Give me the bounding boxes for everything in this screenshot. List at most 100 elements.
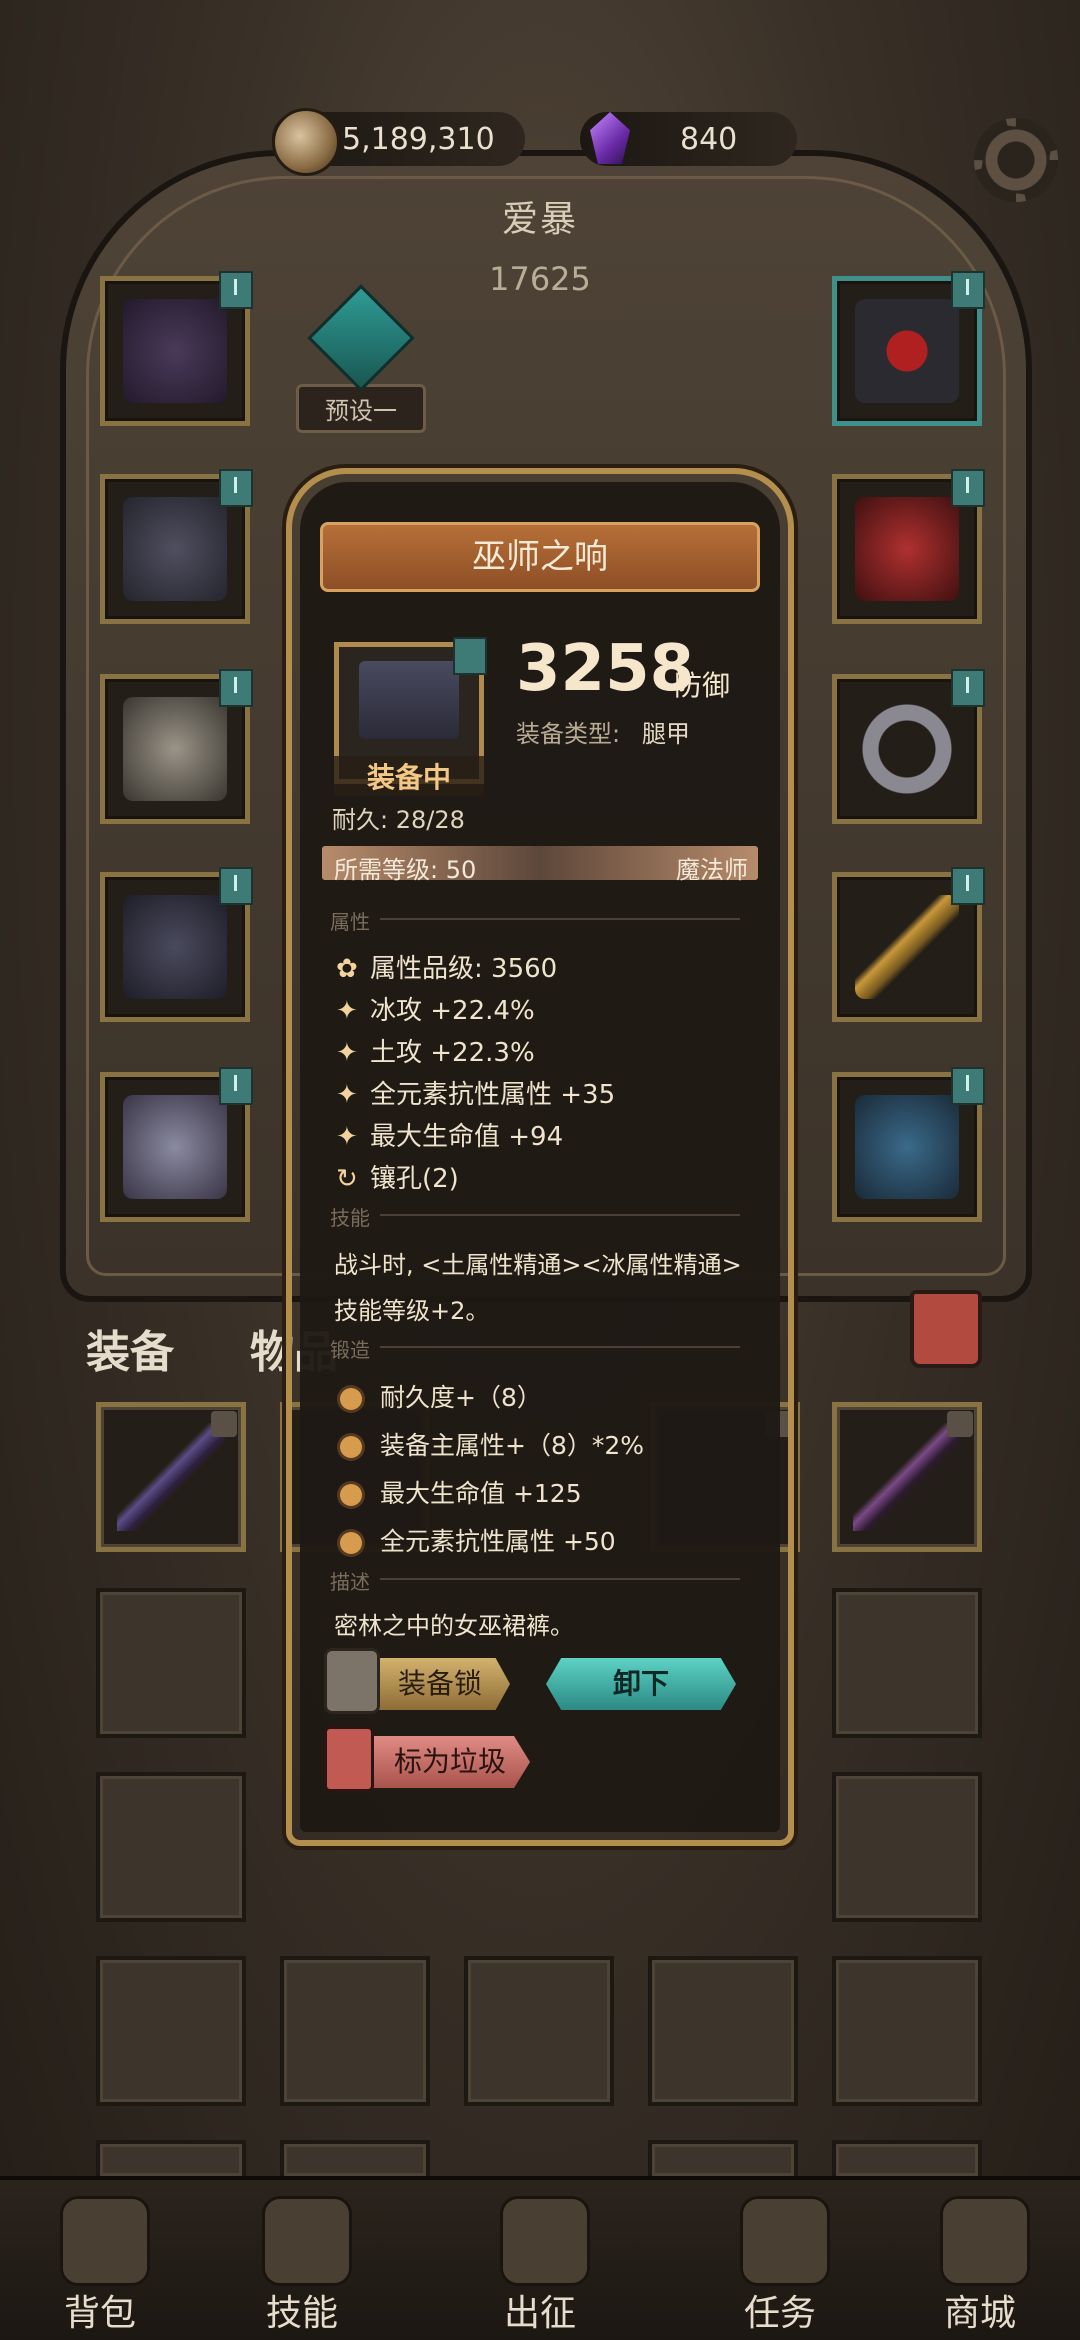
slot-tag-icon — [219, 469, 253, 507]
tab-equipment[interactable]: 装备 — [86, 1316, 174, 1380]
star-icon: ✦ — [336, 996, 358, 1026]
nav-quests-label: 任务 — [743, 2293, 816, 2334]
equip-slot-armor[interactable] — [100, 469, 253, 624]
slot-tag-icon — [219, 271, 253, 309]
slot-tag-icon — [951, 469, 985, 507]
attribute-text: 属性品级: 3560 — [370, 954, 558, 984]
forge-dot-icon — [340, 1436, 362, 1458]
necklace-icon — [855, 299, 959, 403]
hero-power: 17625 — [489, 260, 591, 298]
section-description-label: 描述 — [330, 1570, 370, 1594]
inventory-slot[interactable] — [280, 1956, 430, 2106]
attribute-row: ✦ 最大生命值 +94 — [336, 1116, 563, 1153]
nav-bag[interactable]: 背包 — [20, 2180, 180, 2340]
equip-slot-ring[interactable] — [832, 669, 985, 824]
cage-helmet-icon — [123, 299, 227, 403]
preset-selector[interactable]: 预设一 — [296, 284, 426, 433]
inventory-slot[interactable] — [648, 1956, 798, 2106]
coin-icon — [272, 108, 340, 176]
attribute-text: 全元素抗性属性 +35 — [370, 1080, 616, 1110]
section-skill-label: 技能 — [330, 1206, 370, 1230]
section-attributes: 属性 — [330, 906, 750, 934]
section-skill: 技能 — [330, 1202, 750, 1230]
nav-bag-label: 背包 — [63, 2293, 136, 2334]
star-icon: ✦ — [336, 1080, 358, 1110]
nav-quests[interactable]: 任务 — [700, 2180, 860, 2340]
trash-tag-icon — [324, 1726, 374, 1792]
settings-gear-icon[interactable] — [974, 118, 1058, 202]
red-helmet-icon — [855, 497, 959, 601]
slot-tag-icon — [951, 1067, 985, 1105]
item-score: 3258 — [516, 632, 695, 706]
inventory-slot[interactable] — [96, 1956, 246, 2106]
required-class: 魔法师 — [676, 856, 748, 884]
nav-skills[interactable]: 技能 — [222, 2180, 382, 2340]
equip-slot-weapon[interactable] — [832, 867, 985, 1022]
nav-expedition[interactable]: 出征 — [460, 2180, 620, 2340]
inventory-slot[interactable] — [832, 1772, 982, 1922]
gold-currency: 5,189,310 — [272, 108, 525, 176]
durability: 耐久: 28/28 — [332, 806, 465, 834]
attribute-row: ✦ 冰攻 +22.4% — [336, 990, 535, 1027]
slot-tag-icon — [219, 669, 253, 707]
star-icon: ✦ — [336, 1122, 358, 1152]
forge-text: 全元素抗性属性 +50 — [380, 1527, 616, 1556]
ring-icon — [855, 697, 959, 801]
forge-text: 装备主属性+（8）*2% — [380, 1431, 645, 1460]
attribute-text: 镶孔(2) — [370, 1164, 459, 1194]
nav-shop[interactable]: 商城 — [900, 2180, 1060, 2340]
forge-text: 耐久度+（8） — [380, 1383, 542, 1412]
attribute-row: ✦ 土攻 +22.3% — [336, 1032, 535, 1069]
inventory-slot[interactable] — [832, 1956, 982, 2106]
inventory-slot[interactable] — [96, 1402, 246, 1552]
inventory-slot[interactable] — [832, 1402, 982, 1552]
star-icon: ✦ — [336, 1038, 358, 1068]
gold-amount: 5,189,310 — [342, 121, 495, 157]
equip-slot-boots[interactable] — [100, 1067, 253, 1222]
attribute-text: 最大生命值 +94 — [370, 1122, 564, 1152]
inventory-slot[interactable] — [96, 2140, 246, 2180]
hero-name: 爱暴 — [501, 199, 578, 240]
equip-slot-legs[interactable] — [100, 867, 253, 1022]
equipped-label: 装备中 — [334, 756, 484, 796]
attribute-text: 土攻 +22.3% — [370, 1038, 535, 1068]
grade-icon: ✿ — [336, 954, 358, 984]
forge-dot-icon — [340, 1388, 362, 1410]
tome-icon — [855, 1095, 959, 1199]
preset-emblem-icon — [307, 284, 415, 392]
mace-icon — [853, 1423, 961, 1531]
shop-crown-icon — [940, 2196, 1030, 2286]
trash-bin-icon[interactable] — [910, 1290, 982, 1368]
equip-slot-necklace[interactable] — [832, 271, 985, 426]
equip-slot-helmet[interactable] — [832, 469, 985, 624]
attribute-row: ✿ 属性品级: 3560 — [336, 948, 557, 985]
item-description: 密林之中的女巫裙裤。 — [334, 1612, 574, 1640]
inventory-slot[interactable] — [96, 1772, 246, 1922]
section-attributes-label: 属性 — [330, 910, 370, 934]
forge-text: 最大生命值 +125 — [380, 1479, 582, 1508]
gem-amount: 840 — [680, 121, 738, 157]
inventory-slot[interactable] — [464, 1956, 614, 2106]
leg-armor-icon — [123, 895, 227, 999]
forge-row: 装备主属性+（8）*2% — [340, 1426, 644, 1462]
inventory-slot[interactable] — [832, 1588, 982, 1738]
slot-tag-icon — [219, 867, 253, 905]
slot-tag-icon — [951, 271, 985, 309]
equip-slot-offhand[interactable] — [832, 1067, 985, 1222]
bottom-nav: 背包 技能 出征 任务 商城 — [0, 2176, 1080, 2340]
sword-map-icon — [500, 2196, 590, 2286]
forge-dot-icon — [340, 1484, 362, 1506]
section-description: 描述 — [330, 1566, 750, 1594]
equip-slot-head[interactable] — [100, 271, 253, 426]
gem-icon — [580, 108, 642, 170]
inventory-slot[interactable] — [96, 1588, 246, 1738]
unequip-button[interactable]: 卸下 — [546, 1658, 736, 1710]
equip-slot-gloves[interactable] — [100, 669, 253, 824]
dress-armor-icon — [123, 497, 227, 601]
inventory-slot[interactable] — [648, 2140, 798, 2180]
nav-shop-label: 商城 — [943, 2293, 1016, 2334]
padlock-icon — [324, 1648, 380, 1714]
attribute-row: ✦ 全元素抗性属性 +35 — [336, 1074, 615, 1111]
inventory-slot[interactable] — [832, 2140, 982, 2180]
inventory-slot[interactable] — [280, 2140, 430, 2180]
